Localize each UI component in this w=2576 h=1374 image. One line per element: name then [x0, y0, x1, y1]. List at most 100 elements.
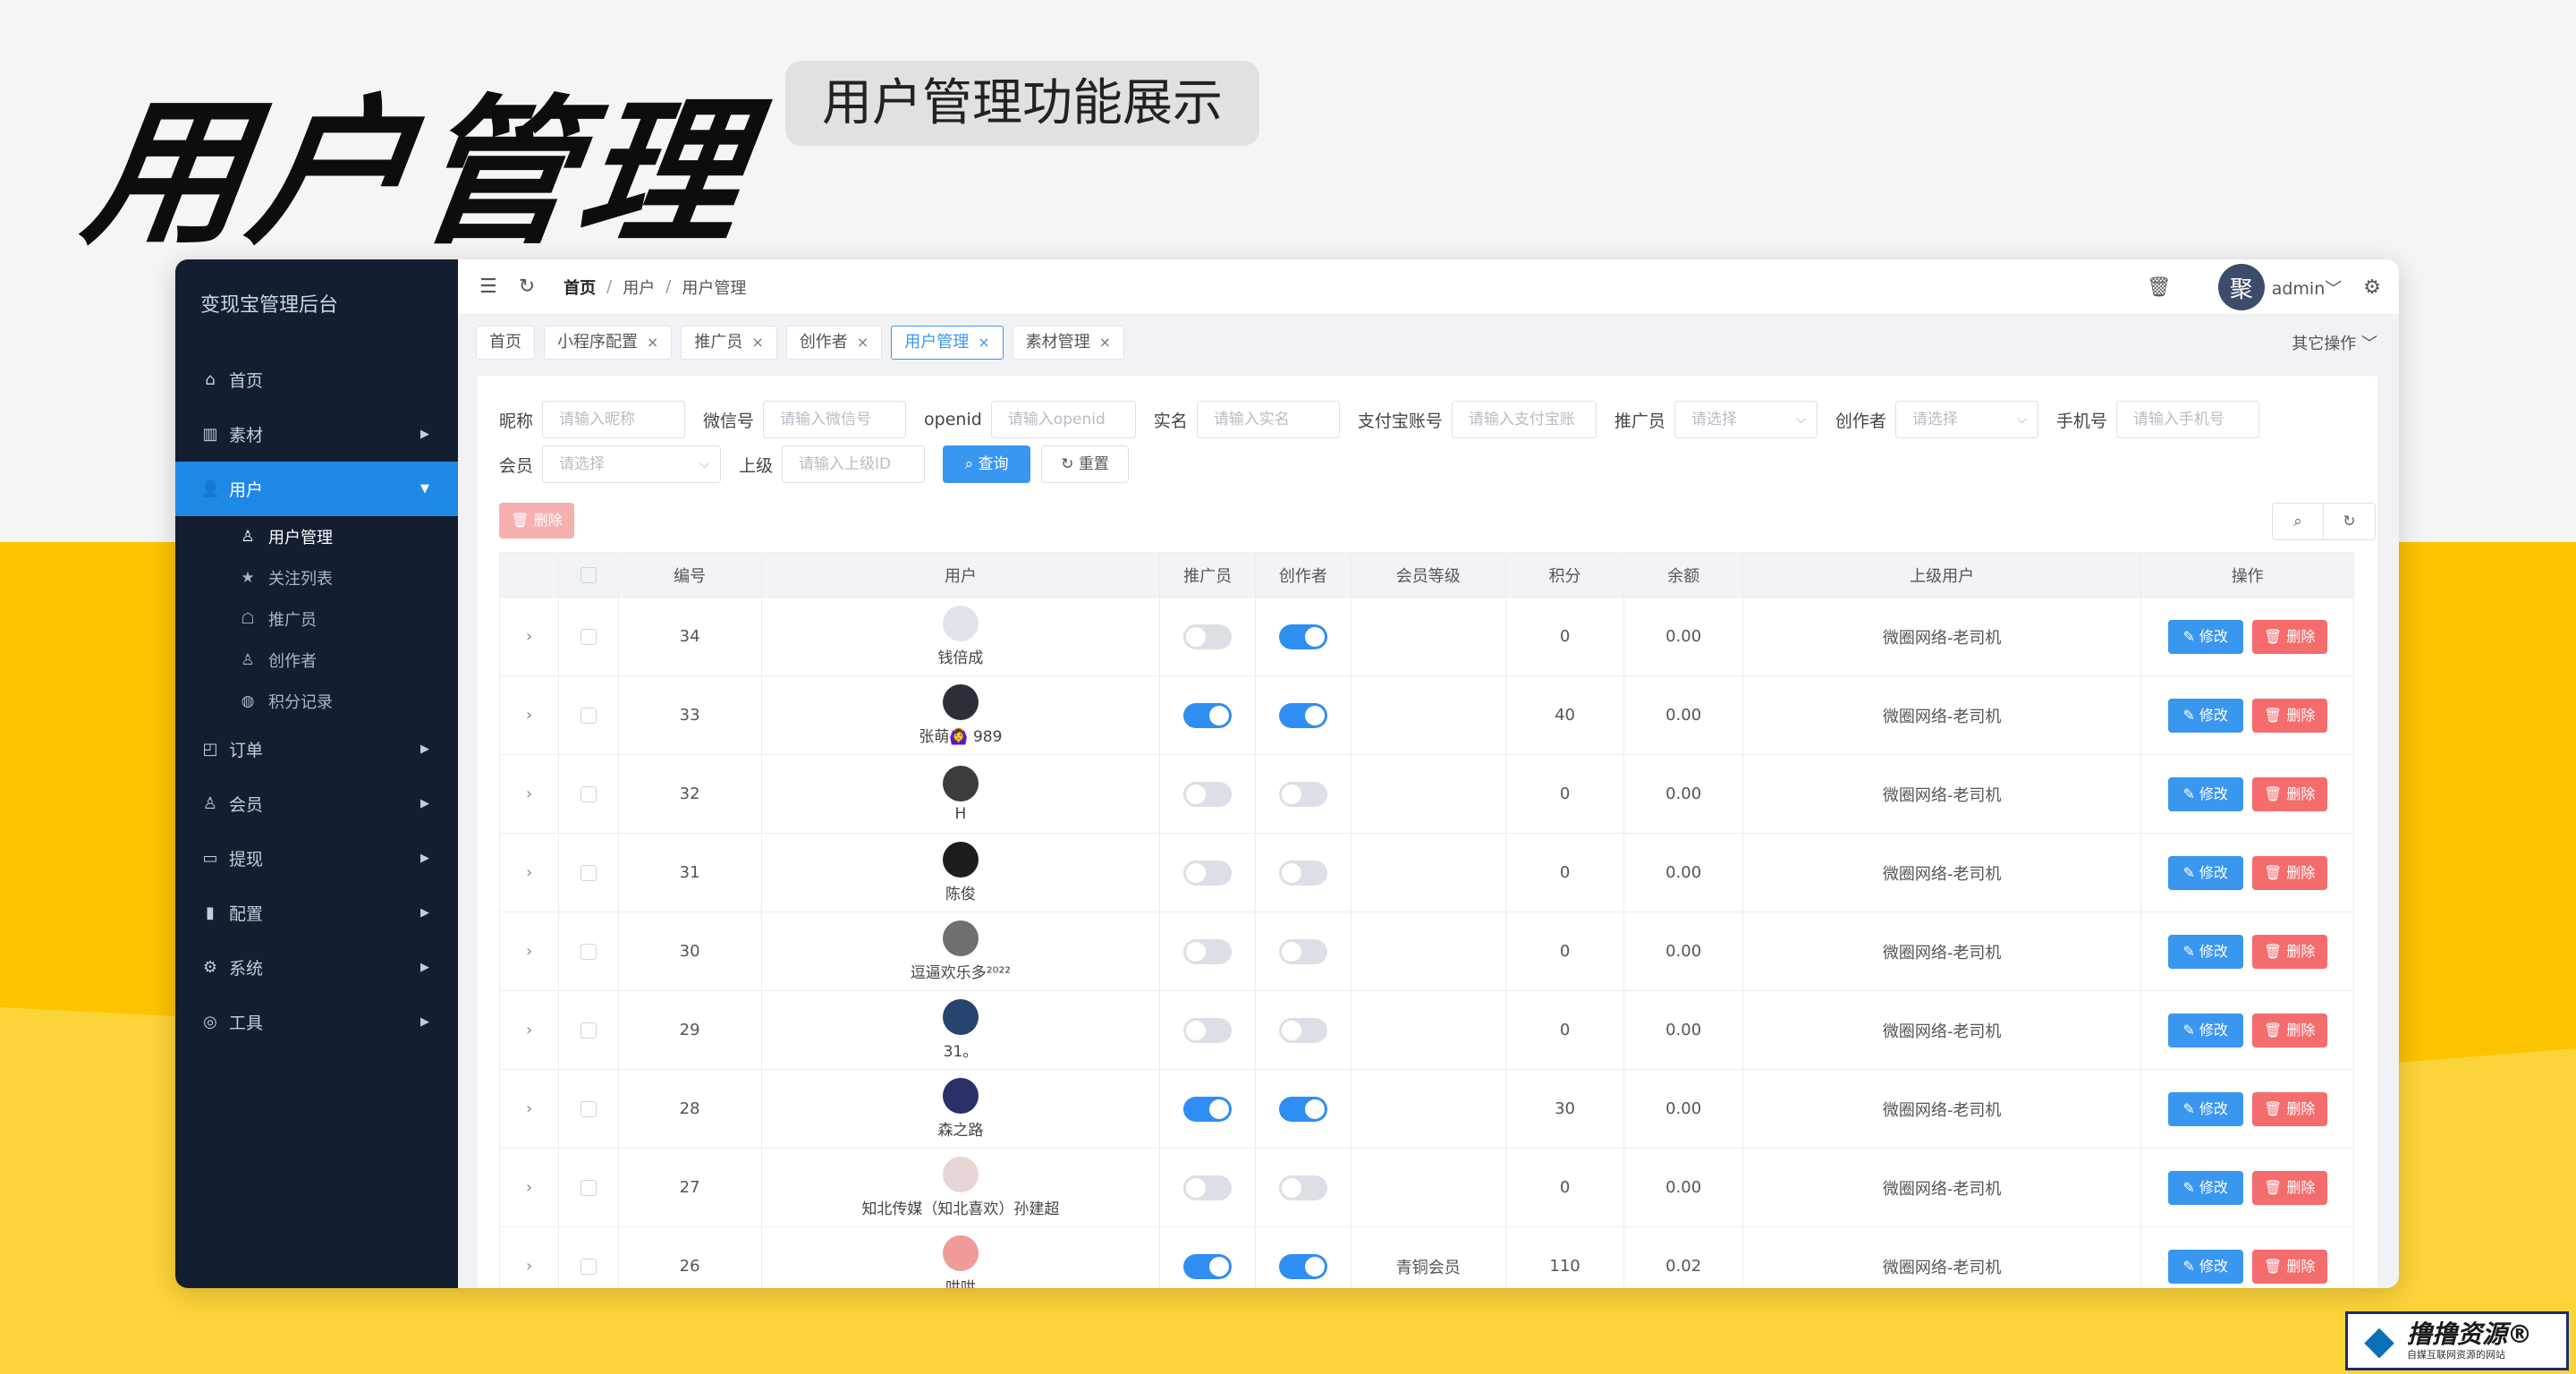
filter-input[interactable]: 请输入昵称 — [542, 401, 686, 438]
edit-button[interactable]: ✎ 修改 — [2167, 698, 2243, 733]
sidebar-subitem-2[interactable]: ☖ 推广员 — [175, 598, 458, 640]
close-icon[interactable]: × — [751, 327, 763, 359]
sidebar-subitem-3[interactable]: ♙ 创作者 — [175, 640, 458, 681]
promoter-toggle[interactable] — [1183, 702, 1233, 728]
row-checkbox[interactable] — [580, 1022, 597, 1039]
edit-button[interactable]: ✎ 修改 — [2167, 619, 2243, 654]
edit-button[interactable]: ✎ 修改 — [2167, 1091, 2243, 1126]
filter-select[interactable]: 请选择 ⌵ — [542, 445, 722, 483]
expand-row-icon[interactable]: › — [526, 1099, 532, 1118]
promoter-toggle[interactable] — [1183, 1253, 1233, 1279]
close-icon[interactable]: × — [978, 327, 989, 359]
row-checkbox[interactable] — [580, 1180, 597, 1196]
select-all-checkbox[interactable] — [580, 567, 597, 583]
promoter-toggle[interactable] — [1183, 938, 1233, 964]
refresh-table-icon[interactable]: ↻ — [2324, 503, 2376, 540]
tab-5[interactable]: 素材管理 × — [1012, 326, 1125, 360]
sidebar-subitem-1[interactable]: ★ 关注列表 — [175, 557, 458, 598]
filter-input[interactable]: 请输入手机号 — [2115, 401, 2259, 438]
tab-4[interactable]: 用户管理 × — [891, 326, 1004, 360]
promoter-toggle[interactable] — [1183, 860, 1233, 886]
sidebar-item-8[interactable]: ◎ 工具 ▶ — [175, 995, 458, 1049]
expand-row-icon[interactable]: › — [526, 1178, 532, 1197]
delete-button[interactable]: 🗑 删除 — [2251, 776, 2327, 811]
sidebar-item-5[interactable]: ▭ 提现 ▶ — [175, 831, 458, 886]
sidebar-item-2[interactable]: 👤 用户 ▼ — [175, 462, 458, 516]
promoter-toggle[interactable] — [1183, 781, 1233, 807]
promoter-toggle[interactable] — [1183, 623, 1233, 649]
promoter-toggle[interactable] — [1183, 1175, 1233, 1200]
edit-button[interactable]: ✎ 修改 — [2167, 934, 2243, 969]
tab-1[interactable]: 小程序配置 × — [544, 326, 673, 360]
sidebar-subitem-4[interactable]: ◍ 积分记录 — [175, 681, 458, 722]
sidebar-item-6[interactable]: ▮ 配置 ▶ — [175, 886, 458, 940]
reset-button[interactable]: ↻ 重置 — [1041, 445, 1130, 483]
expand-row-icon[interactable]: › — [526, 863, 532, 882]
row-checkbox[interactable] — [580, 865, 597, 881]
breadcrumb-home[interactable]: 首页 — [564, 276, 596, 299]
delete-button[interactable]: 🗑 删除 — [2251, 1091, 2327, 1126]
delete-button[interactable]: 🗑 删除 — [2251, 619, 2327, 654]
filter-input[interactable]: 请输入openid — [990, 401, 1136, 438]
expand-row-icon[interactable]: › — [526, 942, 532, 961]
edit-button[interactable]: ✎ 修改 — [2167, 1013, 2243, 1047]
tab-3[interactable]: 创作者 × — [785, 326, 883, 360]
promoter-toggle[interactable] — [1183, 1096, 1233, 1122]
row-checkbox[interactable] — [580, 786, 597, 802]
delete-button[interactable]: 🗑 删除 — [2251, 855, 2327, 890]
creator-toggle[interactable] — [1278, 781, 1327, 807]
breadcrumb-user[interactable]: 用户 — [623, 276, 655, 299]
sidebar-item-0[interactable]: ⌂ 首页 — [175, 352, 458, 407]
filter-select[interactable]: 请选择 ⌵ — [1894, 401, 2038, 438]
user-name[interactable]: admin﹀ — [2272, 276, 2343, 300]
delete-button[interactable]: 🗑 删除 — [2251, 1249, 2327, 1284]
trash-icon[interactable]: 🗑 — [2147, 276, 2172, 299]
batch-delete-button[interactable]: 🗑 删除 — [499, 503, 574, 539]
edit-button[interactable]: ✎ 修改 — [2167, 855, 2243, 890]
tab-2[interactable]: 推广员 × — [681, 326, 777, 360]
filter-input[interactable]: 请输入上级ID — [782, 445, 926, 483]
delete-button[interactable]: 🗑 删除 — [2251, 1170, 2327, 1205]
sidebar-item-7[interactable]: ⚙ 系统 ▶ — [175, 940, 458, 995]
row-checkbox[interactable] — [580, 1259, 597, 1275]
row-checkbox[interactable] — [580, 708, 597, 724]
row-checkbox[interactable] — [580, 629, 597, 645]
creator-toggle[interactable] — [1278, 860, 1327, 886]
creator-toggle[interactable] — [1278, 1175, 1327, 1200]
row-checkbox[interactable] — [580, 1101, 597, 1117]
edit-button[interactable]: ✎ 修改 — [2167, 1170, 2243, 1205]
creator-toggle[interactable] — [1278, 938, 1327, 964]
menu-toggle-icon[interactable]: ☰ — [479, 276, 497, 298]
creator-toggle[interactable] — [1278, 1253, 1327, 1279]
close-icon[interactable]: × — [857, 327, 869, 359]
delete-button[interactable]: 🗑 删除 — [2251, 934, 2327, 969]
sidebar-item-4[interactable]: ♙ 会员 ▶ — [175, 776, 458, 831]
refresh-icon[interactable]: ↻ — [519, 276, 535, 298]
filter-input[interactable]: 请输入支付宝账 — [1451, 401, 1597, 438]
tab-0[interactable]: 首页 — [476, 326, 535, 360]
close-icon[interactable]: × — [647, 327, 658, 359]
row-checkbox[interactable] — [580, 944, 597, 960]
filter-select[interactable]: 请选择 ⌵ — [1674, 401, 1818, 438]
filter-input[interactable]: 请输入微信号 — [763, 401, 907, 438]
sidebar-subitem-0[interactable]: ♙ 用户管理 — [175, 516, 458, 557]
edit-button[interactable]: ✎ 修改 — [2167, 776, 2243, 811]
creator-toggle[interactable] — [1278, 1096, 1327, 1122]
expand-row-icon[interactable]: › — [526, 1021, 532, 1039]
expand-row-icon[interactable]: › — [526, 785, 532, 803]
creator-toggle[interactable] — [1278, 702, 1327, 728]
delete-button[interactable]: 🗑 删除 — [2251, 1013, 2327, 1047]
search-icon[interactable]: ⌕ — [2272, 503, 2324, 540]
expand-row-icon[interactable]: › — [526, 627, 532, 646]
more-operations-button[interactable]: 其它操作 ﹀ — [2292, 331, 2377, 354]
column-header[interactable] — [558, 552, 619, 598]
creator-toggle[interactable] — [1278, 623, 1327, 649]
expand-row-icon[interactable]: › — [526, 706, 532, 725]
query-button[interactable]: ⌕ 查询 — [943, 445, 1031, 483]
filter-input[interactable]: 请输入实名 — [1196, 401, 1340, 438]
promoter-toggle[interactable] — [1183, 1017, 1233, 1043]
sidebar-item-3[interactable]: ◰ 订单 ▶ — [175, 722, 458, 776]
close-icon[interactable]: × — [1099, 327, 1111, 359]
gear-icon[interactable]: ⚙ — [2363, 276, 2381, 299]
edit-button[interactable]: ✎ 修改 — [2167, 1249, 2243, 1284]
